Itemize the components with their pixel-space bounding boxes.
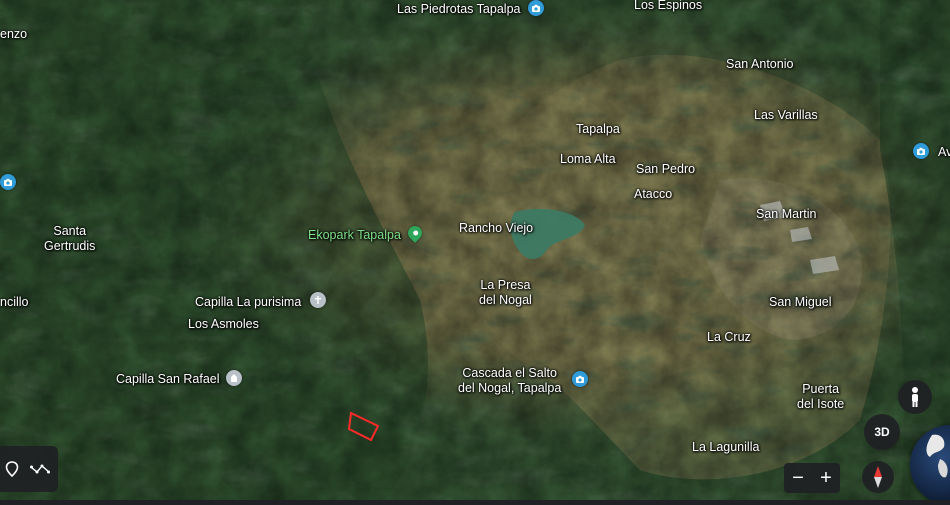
satellite-map[interactable]: Las Piedrotas Tapalpa Los Espinos enzo S…	[0, 0, 950, 505]
label-los-asmoles[interactable]: Los Asmoles	[188, 317, 259, 332]
camera-icon[interactable]	[913, 143, 929, 159]
label-capilla-purisima[interactable]: Capilla La purisima	[195, 295, 301, 310]
label-las-piedrotas[interactable]: Las Piedrotas Tapalpa	[397, 2, 520, 17]
label-enzo[interactable]: enzo	[0, 27, 27, 42]
label-san-pedro[interactable]: San Pedro	[636, 162, 695, 177]
parcel-outline[interactable]	[0, 0, 950, 505]
zoom-out-button[interactable]: −	[784, 463, 812, 493]
label-san-martin[interactable]: San Martin	[756, 207, 816, 222]
label-los-espinos[interactable]: Los Espinos	[634, 0, 702, 13]
label-cascada[interactable]: Cascada el Salto del Nogal, Tapalpa	[458, 366, 561, 396]
label-capilla-san-rafael[interactable]: Capilla San Rafael	[116, 372, 220, 387]
label-ncillo[interactable]: ncillo	[0, 295, 29, 310]
label-av[interactable]: Av	[938, 145, 950, 160]
camera-icon[interactable]	[0, 174, 16, 190]
label-la-presa[interactable]: La Presa del Nogal	[479, 278, 532, 308]
camera-icon[interactable]	[528, 0, 544, 16]
label-la-cruz[interactable]: La Cruz	[707, 330, 751, 345]
camera-icon[interactable]	[572, 371, 588, 387]
label-san-antonio[interactable]: San Antonio	[726, 57, 793, 72]
church-icon[interactable]	[226, 370, 242, 386]
label-rancho-viejo[interactable]: Rancho Viejo	[459, 221, 533, 236]
zoom-control: − +	[784, 463, 840, 493]
map-toolbar	[0, 446, 58, 492]
label-tapalpa[interactable]: Tapalpa	[576, 122, 620, 137]
3d-toggle-button[interactable]: 3D	[864, 414, 900, 450]
label-ekopark[interactable]: Ekopark Tapalpa	[308, 228, 401, 243]
label-la-lagunilla[interactable]: La Lagunilla	[692, 440, 759, 455]
zoom-in-button[interactable]: +	[812, 463, 840, 493]
church-icon[interactable]	[310, 292, 326, 308]
label-atacco[interactable]: Atacco	[634, 187, 672, 202]
measure-icon[interactable]	[26, 455, 54, 483]
label-loma-alta[interactable]: Loma Alta	[560, 152, 616, 167]
label-san-miguel[interactable]: San Miguel	[769, 295, 832, 310]
location-pin-icon[interactable]	[0, 455, 26, 483]
label-puerta-isote[interactable]: Puerta del Isote	[797, 382, 844, 412]
bottom-bar	[0, 500, 950, 505]
pegman-icon[interactable]	[898, 380, 932, 414]
label-las-varillas[interactable]: Las Varillas	[754, 108, 818, 123]
compass-icon[interactable]	[862, 461, 894, 493]
label-santa-gertrudis[interactable]: Santa Gertrudis	[44, 224, 95, 254]
